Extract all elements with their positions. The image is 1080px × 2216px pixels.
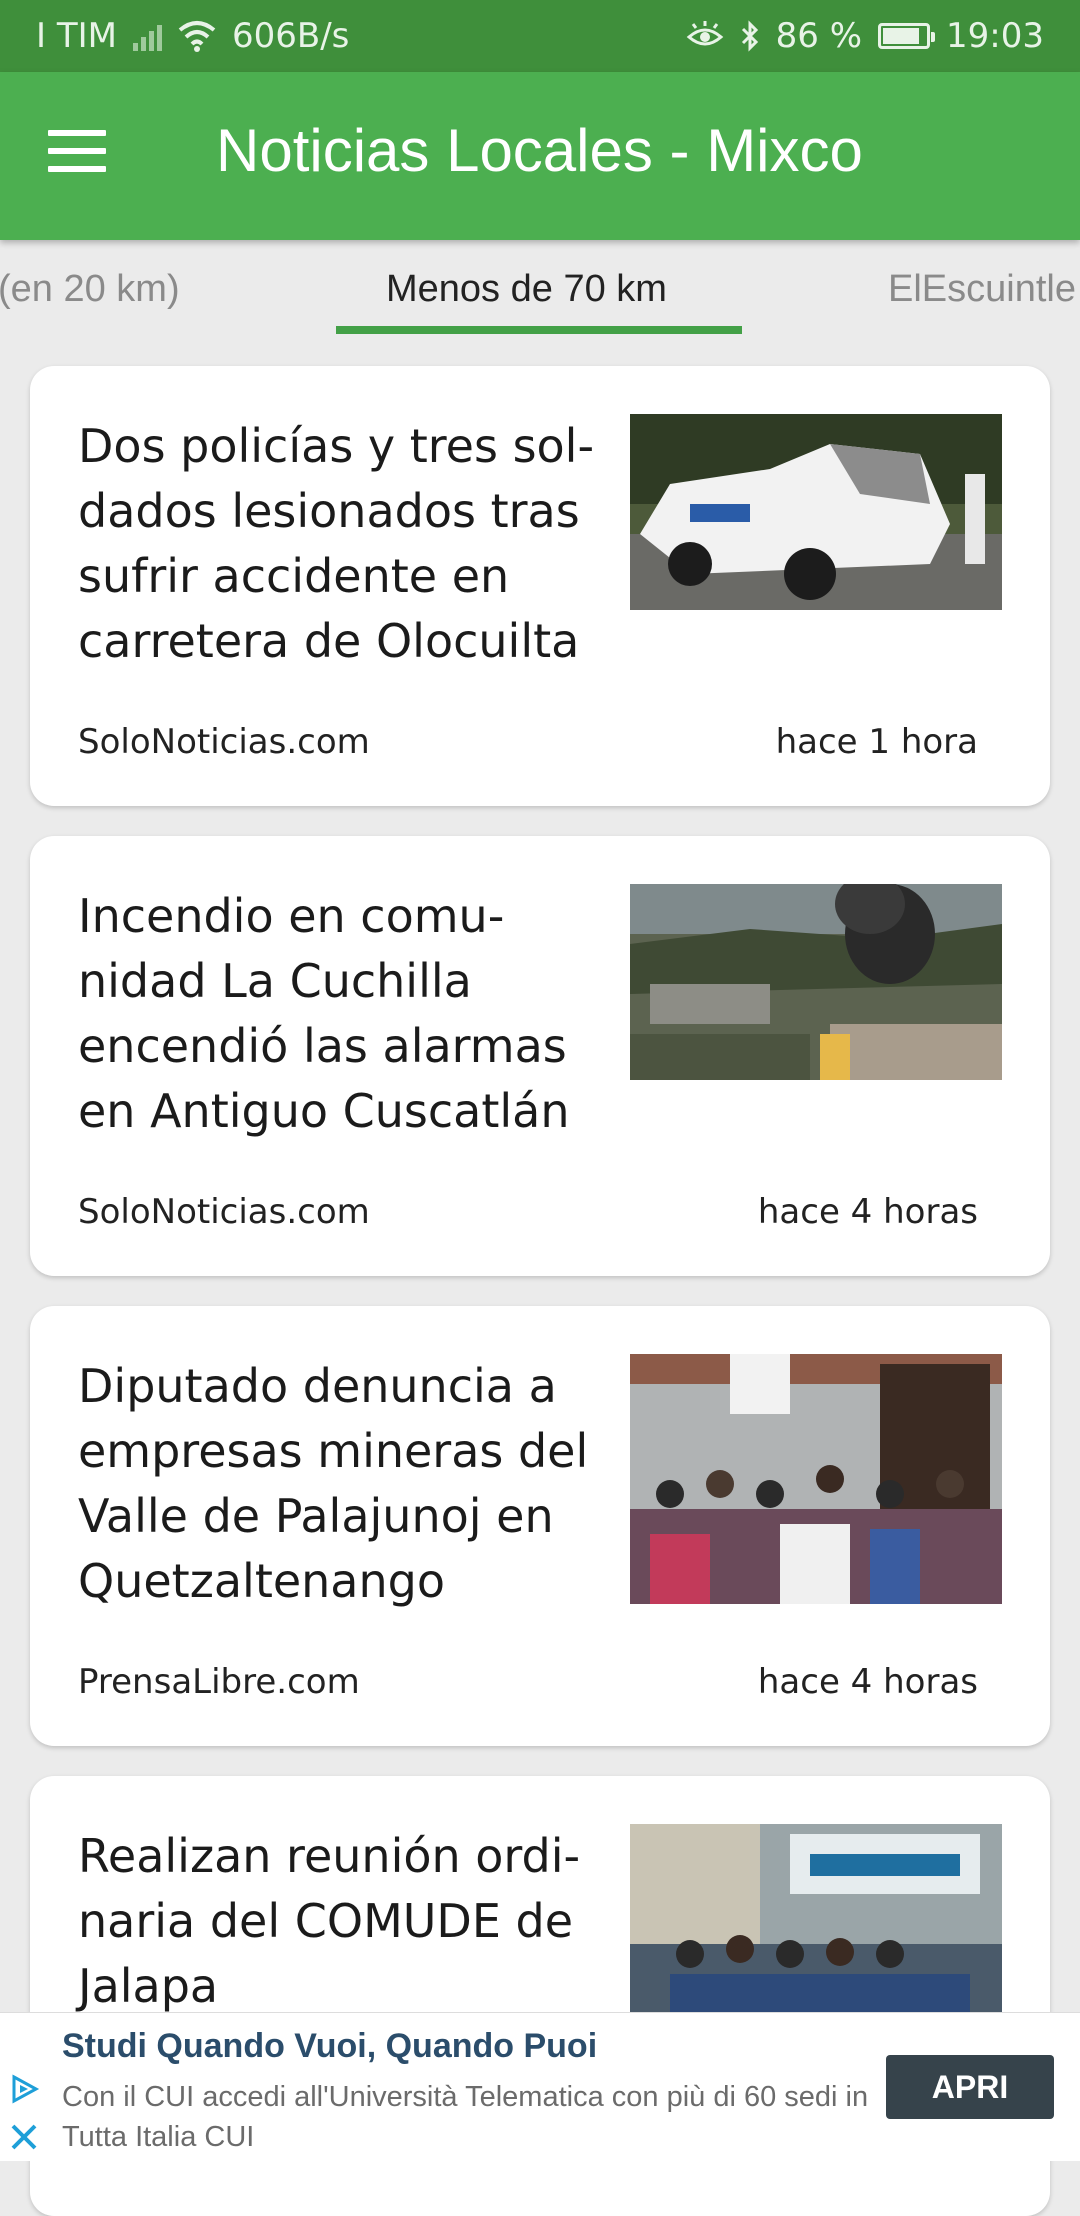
title-line: Incendio en comu- bbox=[78, 889, 505, 943]
title-line: dados lesionados tras bbox=[78, 484, 580, 538]
article-title: Incendio en comu- nidad La Cuchilla ence… bbox=[78, 884, 598, 1144]
title-line: sufrir accidente en bbox=[78, 549, 510, 603]
title-line: carretera de Olocuilta bbox=[78, 614, 580, 668]
bluetooth-icon bbox=[741, 20, 758, 52]
active-tab-indicator bbox=[336, 326, 742, 334]
ad-body-text: Con il CUI accedi all'Università Telemat… bbox=[62, 2081, 869, 2153]
article-time: hace 4 horas bbox=[757, 1662, 978, 1702]
clock: 19:03 bbox=[946, 16, 1044, 56]
eye-comfort-icon bbox=[686, 21, 723, 46]
ad-banner[interactable]: Studi Quando Vuoi, Quando Puoi Con il CU… bbox=[0, 2012, 1080, 2161]
status-left: I TIM 606B/s bbox=[36, 16, 349, 56]
title-line: empresas mineras del bbox=[78, 1424, 589, 1478]
ad-brand: CUI bbox=[204, 2121, 255, 2153]
ad-headline[interactable]: Studi Quando Vuoi, Quando Puoi bbox=[62, 2027, 597, 2066]
tab-70km[interactable]: Menos de 70 km bbox=[386, 268, 667, 311]
title-line: Dos policías y tres sol- bbox=[78, 419, 595, 473]
ad-body: Con il CUI accedi all'Università Telemat… bbox=[62, 2077, 882, 2157]
ad-open-button[interactable]: APRI bbox=[886, 2055, 1054, 2119]
title-line: Diputado denuncia a bbox=[78, 1359, 557, 1413]
crashed-police-pickup-photo bbox=[630, 414, 1002, 610]
title-line: Quetzaltenango bbox=[78, 1554, 445, 1608]
tab-20km[interactable]: (en 20 km) bbox=[0, 268, 180, 311]
title-line: Realizan reunión ordi- bbox=[78, 1829, 581, 1883]
title-line: encendió las alarmas bbox=[78, 1019, 567, 1073]
crowd-at-mp-office-photo bbox=[630, 1354, 1002, 1604]
ad-choices-icon[interactable] bbox=[8, 2073, 40, 2105]
network-speed: 606B/s bbox=[231, 16, 350, 56]
article-source: SoloNoticias.com bbox=[78, 722, 370, 762]
title-line: Jalapa bbox=[78, 1959, 219, 2013]
title-line: nidad La Cuchilla bbox=[78, 954, 472, 1008]
article-source: PrensaLibre.com bbox=[78, 1662, 360, 1702]
news-card[interactable]: Dos policías y tres sol- dados lesionado… bbox=[30, 366, 1050, 806]
news-card[interactable]: Diputado denuncia a empresas mineras del… bbox=[30, 1306, 1050, 1746]
hamburger-menu-icon[interactable] bbox=[48, 130, 120, 182]
news-card[interactable]: Incendio en comu- nidad La Cuchilla ence… bbox=[30, 836, 1050, 1276]
fire-smoke-city-photo bbox=[630, 884, 1002, 1080]
title-line: en Antiguo Cuscatlán bbox=[78, 1084, 570, 1138]
wifi-icon bbox=[178, 21, 216, 52]
status-right: 86 % 19:03 bbox=[686, 16, 1044, 56]
title-line: Valle de Palajunoj en bbox=[78, 1489, 554, 1543]
close-icon[interactable] bbox=[8, 2121, 40, 2153]
article-title: Dos policías y tres sol- dados lesionado… bbox=[78, 414, 598, 674]
status-bar: I TIM 606B/s 86 % 19:03 bbox=[0, 0, 1080, 72]
location-tabs: (en 20 km) Menos de 70 km ElEscuintle bbox=[0, 240, 1080, 340]
app-bar: Noticias Locales - Mixco bbox=[0, 72, 1080, 240]
carrier-label: I TIM bbox=[36, 16, 117, 56]
app-title: Noticias Locales - Mixco bbox=[216, 117, 863, 184]
article-title: Diputado denuncia a empresas mineras del… bbox=[78, 1354, 598, 1614]
article-time: hace 4 horas bbox=[757, 1192, 978, 1232]
tab-elescuintle[interactable]: ElEscuintle bbox=[888, 268, 1076, 311]
article-source: SoloNoticias.com bbox=[78, 1192, 370, 1232]
signal-icon bbox=[132, 21, 162, 51]
battery-icon bbox=[878, 23, 936, 49]
article-title: Realizan reunión ordi- naria del COMUDE … bbox=[78, 1824, 598, 2019]
title-line: naria del COMUDE de bbox=[78, 1894, 574, 1948]
article-time: hace 1 hora bbox=[775, 722, 978, 762]
battery-percent: 86 % bbox=[775, 16, 863, 56]
